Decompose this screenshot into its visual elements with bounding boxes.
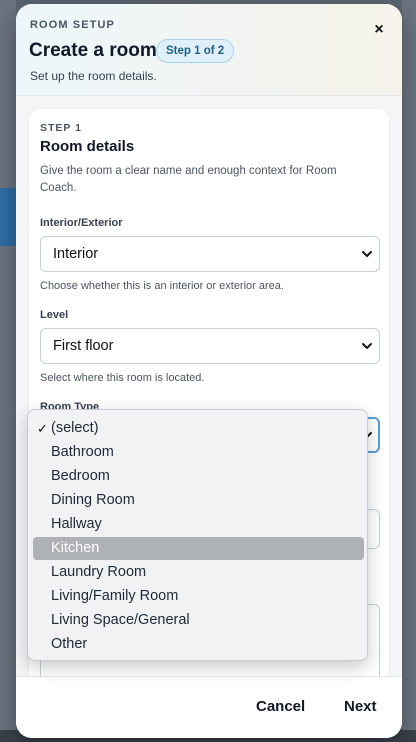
dropdown-option[interactable]: Living Space/General [33,609,364,632]
chevron-down-icon [362,251,372,257]
backdrop-left [0,0,16,742]
modal-title: Create a room [29,40,157,61]
dropdown-option[interactable]: Living/Family Room [33,585,364,608]
cancel-button[interactable]: Cancel [256,698,305,715]
backdrop-blue-block [0,188,16,246]
dropdown-option[interactable]: Hallway [33,513,364,536]
backdrop-right [402,0,416,742]
checkmark-icon: ✓ [37,421,48,436]
dropdown-option[interactable]: Dining Room [33,489,364,512]
dropdown-option[interactable]: Bedroom [33,465,364,488]
room-type-dropdown: ✓ (select) Bathroom Bedroom Dining Room H… [27,409,368,661]
next-button[interactable]: Next [344,698,377,715]
close-icon[interactable]: × [369,20,389,40]
level-value: First floor [53,338,114,354]
section-title: Room details [40,138,135,155]
step-label: STEP 1 [40,122,82,134]
dropdown-option[interactable]: Laundry Room [33,561,364,584]
level-help: Select where this room is located. [40,372,205,384]
modal-header: ROOM SETUP Create a room Step 1 of 2 Set… [16,4,402,96]
level-label: Level [40,309,69,321]
interior-exterior-value: Interior [53,246,99,262]
step-badge: Step 1 of 2 [156,39,235,63]
dropdown-option[interactable]: Bathroom [33,441,364,464]
interior-exterior-select[interactable]: Interior [40,236,380,272]
dropdown-option[interactable]: ✓ (select) [33,417,364,440]
chevron-down-icon [362,343,372,349]
dropdown-option[interactable]: Other [33,633,364,656]
interior-exterior-help: Choose whether this is an interior or ex… [40,280,284,292]
section-description: Give the room a clear name and enough co… [40,165,337,194]
interior-exterior-label: Interior/Exterior [40,217,123,229]
modal-eyebrow: ROOM SETUP [30,19,115,31]
modal-subtitle: Set up the room details. [30,69,157,83]
dropdown-option-highlighted[interactable]: Kitchen [33,537,364,560]
level-select[interactable]: First floor [40,328,380,364]
modal-footer: Cancel Next [16,676,402,738]
